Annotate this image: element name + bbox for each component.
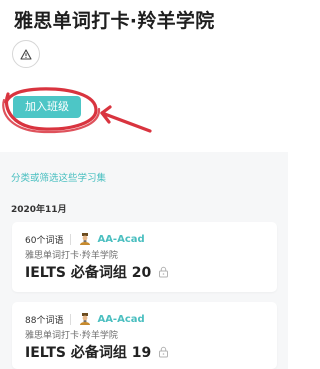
annotation-marks (2, 87, 152, 134)
study-set-card[interactable]: 88个词语 AA-Acad 雅思单词打卡·羚羊学院 IELTS 必备词组 19 (12, 302, 277, 369)
join-area: 加入班级 (0, 80, 160, 140)
owner-avatar (80, 233, 91, 245)
class-page: 雅思单词打卡·羚羊学院 加入班级 分类或筛选这些学习集 2020年11月 60个… (0, 0, 288, 369)
meta-divider (70, 313, 72, 325)
owner-name[interactable]: AA-Acad (97, 234, 144, 245)
lock-icon (159, 266, 169, 278)
class-name: 雅思单词打卡·羚羊学院 (25, 331, 118, 341)
owner-name[interactable]: AA-Acad (97, 314, 144, 325)
report-button[interactable] (12, 40, 40, 68)
meta-divider (70, 233, 72, 245)
card-meta: 88个词语 AA-Acad (25, 312, 145, 326)
class-name: 雅思单词打卡·羚羊学院 (25, 251, 118, 261)
card-title-row: IELTS 必备词组 20 (25, 262, 169, 282)
filter-link[interactable]: 分类或筛选这些学习集 (11, 170, 106, 184)
card-title-row: IELTS 必备词组 19 (25, 342, 169, 362)
word-count: 60个词语 (25, 235, 64, 246)
word-count: 88个词语 (25, 315, 64, 326)
set-title: IELTS 必备词组 20 (25, 265, 152, 281)
study-set-card[interactable]: 60个词语 AA-Acad 雅思单词打卡·羚羊学院 IELTS 必备词组 20 (12, 222, 277, 292)
set-title: IELTS 必备词组 19 (25, 345, 152, 361)
lock-icon (159, 346, 169, 358)
page-title: 雅思单词打卡·羚羊学院 (14, 10, 215, 32)
month-heading: 2020年11月 (11, 205, 67, 215)
owner-avatar (80, 313, 91, 325)
card-meta: 60个词语 AA-Acad (25, 232, 145, 246)
warning-triangle-icon (20, 48, 32, 60)
